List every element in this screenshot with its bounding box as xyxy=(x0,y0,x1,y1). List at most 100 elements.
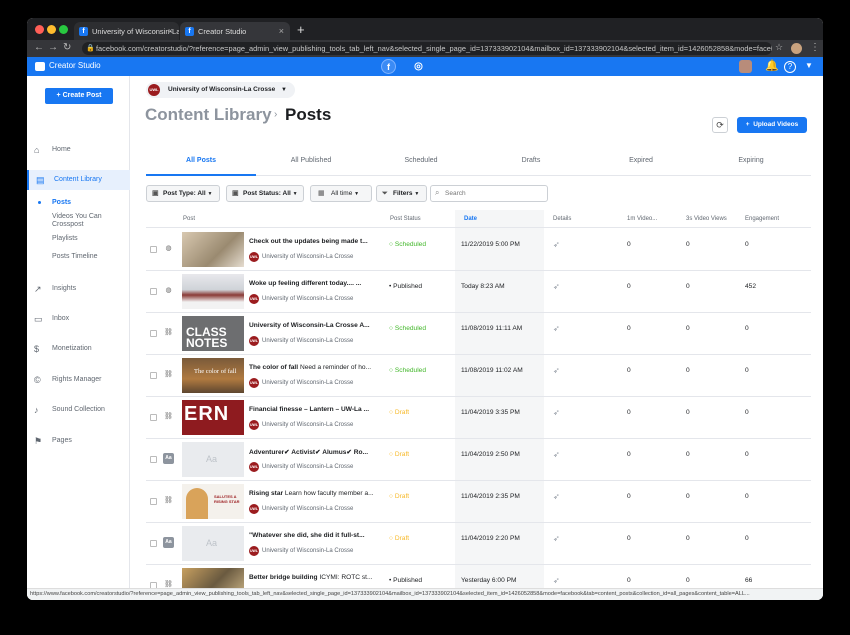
sidebar-item-home[interactable]: ⌂ Home xyxy=(27,140,130,160)
maximize-window-button[interactable] xyxy=(59,25,68,34)
post-title[interactable]: "Whatever she did, she did it full-st... xyxy=(249,532,381,539)
row-checkbox[interactable] xyxy=(150,330,157,337)
browser-tab-creator-studio[interactable]: f Creator Studio × xyxy=(180,22,290,40)
page-selector[interactable]: UWL University of Wisconsin-La Crosse ▼ xyxy=(146,82,295,98)
filters-button[interactable]: ⏷ Filters ▼ xyxy=(376,185,427,202)
column-3s-video-views[interactable]: 3s Video Views xyxy=(686,210,727,228)
post-title[interactable]: University of Wisconsin-La Crosse A... xyxy=(249,322,381,329)
back-icon[interactable]: ← xyxy=(34,42,44,53)
column-details[interactable]: Details xyxy=(553,210,571,228)
column-date[interactable]: Date xyxy=(464,210,477,228)
table-row[interactable]: ◍ Check out the updates being made t... … xyxy=(146,229,811,271)
sidebar-subitem-playlists[interactable]: Playlists xyxy=(52,235,127,243)
post-thumbnail[interactable] xyxy=(182,232,244,267)
table-row[interactable]: ⛓ The color of fall The color of fall Ne… xyxy=(146,355,811,397)
status-badge: ○ Scheduled xyxy=(389,241,426,248)
post-thumbnail[interactable]: CLASS NOTES xyxy=(182,316,244,351)
profile-avatar[interactable] xyxy=(791,43,802,54)
boost-icon[interactable]: ➶ xyxy=(553,240,560,249)
sidebar-item-insights[interactable]: ↗ Insights xyxy=(27,279,130,299)
boost-icon[interactable]: ➶ xyxy=(553,408,560,417)
refresh-button[interactable]: ⟳ xyxy=(712,117,728,133)
sidebar-item-monetization[interactable]: $ Monetization xyxy=(27,339,130,359)
search-input[interactable] xyxy=(445,187,545,200)
bookmark-star-icon[interactable]: ☆ xyxy=(775,42,783,53)
post-title[interactable]: Adventurer✔ Activist✔ Alumus✔ Ro... xyxy=(249,448,381,456)
post-title[interactable]: Check out the updates being made t... xyxy=(249,238,381,245)
create-post-button[interactable]: + Create Post xyxy=(45,88,113,104)
close-icon[interactable]: × xyxy=(168,26,173,36)
browser-tab-uwl[interactable]: f University of Wisconsin-La Cro × xyxy=(74,22,179,40)
breadcrumb-parent[interactable]: Content Library xyxy=(145,105,272,125)
post-thumbnail[interactable]: ERN xyxy=(182,400,244,435)
sidebar-item-content-library[interactable]: ▤ Content Library xyxy=(27,170,130,190)
column-post-status[interactable]: Post Status xyxy=(390,210,421,228)
reload-icon[interactable]: ↻ xyxy=(63,42,71,53)
row-checkbox[interactable] xyxy=(150,456,157,463)
close-icon[interactable]: × xyxy=(279,26,284,36)
sidebar-item-label: Home xyxy=(52,146,71,153)
tab-all-posts[interactable]: All Posts xyxy=(146,152,256,176)
boost-icon[interactable]: ➶ xyxy=(553,492,560,501)
sidebar-subitem-posts[interactable]: Posts xyxy=(52,199,127,207)
sidebar-subitem-crosspost[interactable]: Videos You Can Crosspost xyxy=(52,213,127,229)
boost-icon[interactable]: ➶ xyxy=(553,534,560,543)
browser-menu-icon[interactable]: ⋮ xyxy=(810,42,820,53)
boost-icon[interactable]: ➶ xyxy=(553,450,560,459)
post-thumbnail[interactable]: The color of fall xyxy=(182,358,244,393)
post-title[interactable]: Rising star Learn how faculty member a..… xyxy=(249,490,381,497)
post-type-filter[interactable]: ▣ Post Type: All ▼ xyxy=(146,185,220,202)
boost-icon[interactable]: ➶ xyxy=(553,366,560,375)
boost-icon[interactable]: ➶ xyxy=(553,576,560,585)
sidebar-subitem-posts-timeline[interactable]: Posts Timeline xyxy=(52,253,127,261)
tab-drafts[interactable]: Drafts xyxy=(476,152,586,176)
instagram-icon[interactable]: ◎ xyxy=(411,59,426,74)
row-checkbox[interactable] xyxy=(150,372,157,379)
table-row[interactable]: ◍ Woke up feeling different today.... ..… xyxy=(146,271,811,313)
tab-all-published[interactable]: All Published xyxy=(256,152,366,176)
help-icon[interactable]: ? xyxy=(784,61,796,73)
table-row[interactable]: Aa Aa Adventurer✔ Activist✔ Alumus✔ Ro..… xyxy=(146,439,811,481)
chevron-down-icon[interactable]: ▼ xyxy=(805,61,813,70)
time-filter[interactable]: ▦ All time ▼ xyxy=(310,185,372,202)
post-title[interactable]: The color of fall Need a reminder of ho.… xyxy=(249,364,381,371)
post-title[interactable]: Financial finesse – Lantern – UW-La ... xyxy=(249,406,381,413)
facebook-icon[interactable]: f xyxy=(381,59,396,74)
tab-expiring[interactable]: Expiring xyxy=(696,152,806,176)
close-window-button[interactable] xyxy=(35,25,44,34)
post-thumbnail[interactable]: SALUTES A RISING STAR xyxy=(182,484,244,519)
row-checkbox[interactable] xyxy=(150,288,157,295)
tab-expired[interactable]: Expired xyxy=(586,152,696,176)
row-checkbox[interactable] xyxy=(150,414,157,421)
post-thumbnail[interactable]: Aa xyxy=(182,526,244,561)
bell-icon[interactable]: 🔔 xyxy=(765,59,779,72)
new-tab-button[interactable]: + xyxy=(297,22,305,37)
page-avatar[interactable] xyxy=(739,60,752,73)
row-checkbox[interactable] xyxy=(150,246,157,253)
tab-scheduled[interactable]: Scheduled xyxy=(366,152,476,176)
upload-videos-button[interactable]: + Upload Videos xyxy=(737,117,807,133)
table-row[interactable]: ⛓ CLASS NOTES University of Wisconsin-La… xyxy=(146,313,811,355)
post-thumbnail[interactable]: Aa xyxy=(182,442,244,477)
boost-icon[interactable]: ➶ xyxy=(553,282,560,291)
row-checkbox[interactable] xyxy=(150,498,157,505)
table-row[interactable]: Aa Aa "Whatever she did, she did it full… xyxy=(146,523,811,565)
post-thumbnail[interactable] xyxy=(182,274,244,309)
sidebar-item-inbox[interactable]: ▭ Inbox xyxy=(27,309,130,329)
forward-icon[interactable]: → xyxy=(48,42,58,53)
post-status-filter[interactable]: ▣ Post Status: All ▼ xyxy=(226,185,304,202)
post-title[interactable]: Woke up feeling different today.... ... xyxy=(249,280,381,287)
sidebar-item-rights-manager[interactable]: © Rights Manager xyxy=(27,370,130,390)
sidebar-item-sound-collection[interactable]: ♪ Sound Collection xyxy=(27,400,130,420)
boost-icon[interactable]: ➶ xyxy=(553,324,560,333)
column-engagement[interactable]: Engagement xyxy=(745,210,779,228)
column-1m-video-views[interactable]: 1m Video... xyxy=(627,210,657,228)
minimize-window-button[interactable] xyxy=(47,25,56,34)
table-row[interactable]: ⛓ ERN Financial finesse – Lantern – UW-L… xyxy=(146,397,811,439)
post-title[interactable]: Better bridge building ICYMI: ROTC st... xyxy=(249,574,381,581)
sidebar-item-pages[interactable]: ⚑ Pages xyxy=(27,431,130,451)
url-field[interactable]: 🔒 facebook.com/creatorstudio/?reference=… xyxy=(82,42,772,55)
table-row[interactable]: ⛓ SALUTES A RISING STAR Rising star Lear… xyxy=(146,481,811,523)
row-checkbox[interactable] xyxy=(150,540,157,547)
column-post[interactable]: Post xyxy=(183,210,195,228)
